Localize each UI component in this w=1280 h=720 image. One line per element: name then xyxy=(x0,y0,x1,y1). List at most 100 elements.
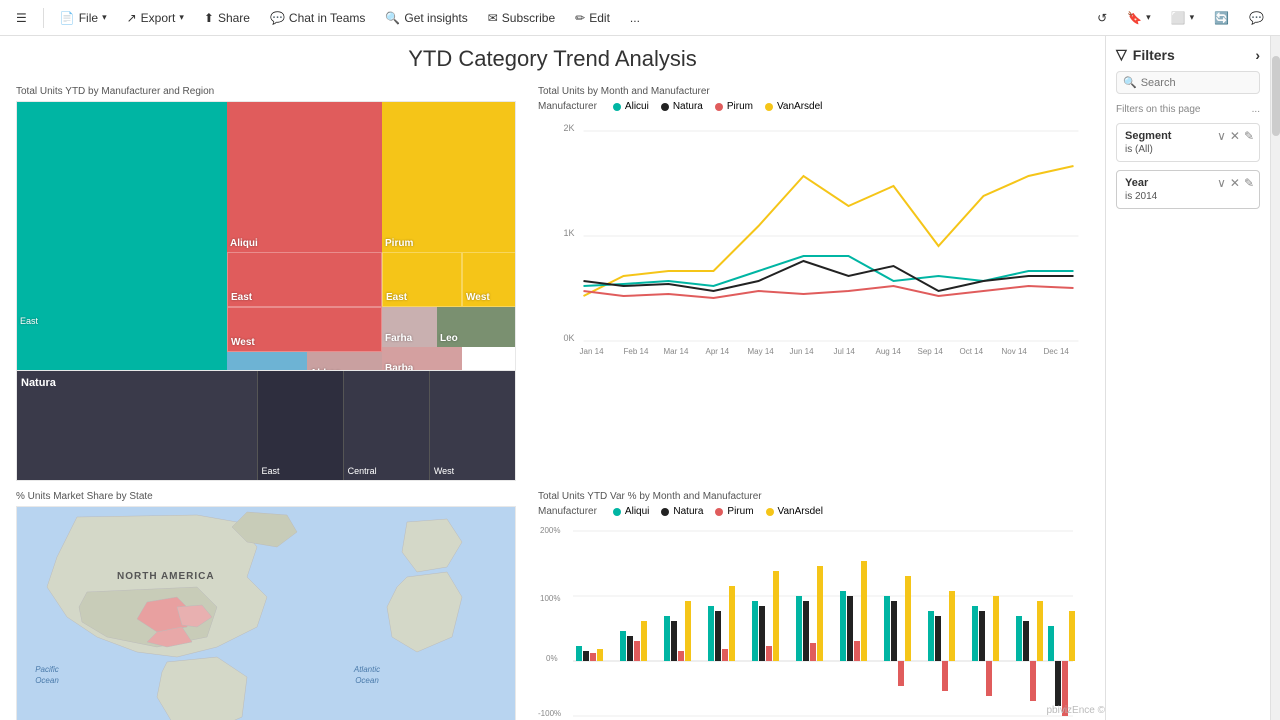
treemap-cell-leo[interactable]: Leo xyxy=(437,307,516,347)
treemap-cell-aliqui-west[interactable]: West xyxy=(227,307,382,352)
bookmark-button[interactable]: 🔖▾ xyxy=(1119,7,1158,29)
bar-nov-pirum[interactable] xyxy=(1030,661,1036,701)
scrollbar-thumb[interactable] xyxy=(1272,56,1280,136)
natura-west-block[interactable]: West xyxy=(429,371,515,480)
bar-apr-aliqui[interactable] xyxy=(708,606,714,661)
bar-jan-pirum[interactable] xyxy=(590,653,596,661)
bar-jul-aliqui[interactable] xyxy=(840,591,846,661)
bar-jan-natura[interactable] xyxy=(583,651,589,661)
bar-dec-aliqui[interactable] xyxy=(1048,626,1054,661)
bar-aug-natura[interactable] xyxy=(891,601,897,661)
bar-nov-vanarsdel[interactable] xyxy=(1037,601,1043,661)
scrollbar[interactable] xyxy=(1270,36,1280,720)
bar-oct-vanarsdel[interactable] xyxy=(993,596,999,661)
export-menu-button[interactable]: ↗ Export ▾ xyxy=(119,7,192,29)
bar-dec-vanarsdel[interactable] xyxy=(1069,611,1075,661)
bar-manufacturer-label: Manufacturer xyxy=(538,506,597,517)
bar-sep-pirum[interactable] xyxy=(942,661,948,691)
year-filter-card[interactable]: Year is 2014 ∨ ✕ ✎ xyxy=(1116,170,1260,209)
bookmark-icon: 🔖 xyxy=(1127,11,1142,25)
bar-may-pirum[interactable] xyxy=(766,646,772,661)
year-clear-icon[interactable]: ✕ xyxy=(1230,176,1240,190)
bar-jun-pirum[interactable] xyxy=(810,643,816,661)
year-edit-icon[interactable]: ✎ xyxy=(1244,176,1254,190)
treemap-cell-aliqui-east[interactable]: East xyxy=(227,252,382,307)
edit-button[interactable]: ✏ Edit xyxy=(567,7,618,29)
bar-oct-pirum[interactable] xyxy=(986,661,992,696)
filters-search-box[interactable]: 🔍 xyxy=(1116,71,1260,94)
bar-nov-natura[interactable] xyxy=(1023,621,1029,661)
natura-central-block[interactable]: Central xyxy=(343,371,429,480)
segment-clear-icon[interactable]: ✕ xyxy=(1230,129,1240,143)
segment-edit-icon[interactable]: ✎ xyxy=(1244,129,1254,143)
filters-search-input[interactable] xyxy=(1141,77,1253,89)
window-button[interactable]: ⬜▾ xyxy=(1163,7,1202,29)
bar-dec-natura[interactable] xyxy=(1055,661,1061,706)
bar-nov-aliqui[interactable] xyxy=(1016,616,1022,661)
year-chevron-icon[interactable]: ∨ xyxy=(1217,176,1226,190)
map-chart[interactable]: NORTH AMERICA Pacific Ocean Atlantic Oce… xyxy=(16,506,516,720)
bar-mar-vanarsdel[interactable] xyxy=(685,601,691,661)
bar-jan-aliqui[interactable] xyxy=(576,646,582,661)
bar-aug-aliqui[interactable] xyxy=(884,596,890,661)
bar-jun-vanarsdel[interactable] xyxy=(817,566,823,661)
bar-mar-pirum[interactable] xyxy=(678,651,684,661)
more-options-button[interactable]: ... xyxy=(622,7,648,29)
treemap-cell-pirum-west[interactable]: West xyxy=(462,252,516,307)
chat-in-teams-button[interactable]: 💬 Chat in Teams xyxy=(262,7,373,29)
pirum-west-label: West xyxy=(466,292,513,303)
treemap-chart[interactable]: VanArsdel East Central West Aliqui Pirum xyxy=(16,101,516,371)
bar-jul-pirum[interactable] xyxy=(854,641,860,661)
treemap-cell-quibus[interactable]: Quibus East xyxy=(227,352,307,371)
refresh-button[interactable]: ↺ xyxy=(1089,7,1115,29)
treemap-cell-pirum-east[interactable]: East xyxy=(382,252,462,307)
treemap-cell-barba[interactable]: Barba xyxy=(382,347,462,371)
filters-more-icon[interactable]: ... xyxy=(1252,104,1260,115)
bar-jul-vanarsdel[interactable] xyxy=(861,561,867,661)
bar-feb-pirum[interactable] xyxy=(634,641,640,661)
segment-chevron-icon[interactable]: ∨ xyxy=(1217,129,1226,143)
filters-collapse-icon[interactable]: › xyxy=(1255,47,1260,63)
comment-button[interactable]: 💬 xyxy=(1241,7,1272,29)
bar-jul-natura[interactable] xyxy=(847,596,853,661)
bar-feb-vanarsdel[interactable] xyxy=(641,621,647,661)
bar-feb-aliqui[interactable] xyxy=(620,631,626,661)
bar-jun-natura[interactable] xyxy=(803,601,809,661)
reload-button[interactable]: 🔄 xyxy=(1206,7,1237,29)
bar-mar-aliqui[interactable] xyxy=(664,616,670,661)
share-button[interactable]: ⬆ Share xyxy=(196,7,258,29)
segment-filter-card[interactable]: Segment is (All) ∨ ✕ ✎ xyxy=(1116,123,1260,162)
bar-sep-aliqui[interactable] xyxy=(928,611,934,661)
bar-mar-natura[interactable] xyxy=(671,621,677,661)
bar-may-aliqui[interactable] xyxy=(752,601,758,661)
natura-east-block[interactable]: East xyxy=(257,371,343,480)
treemap-cell-abbas[interactable]: Abbas xyxy=(307,352,382,371)
get-insights-button[interactable]: 🔍 Get insights xyxy=(377,7,475,29)
treemap-cell-vanarsdel[interactable]: VanArsdel East Central West xyxy=(17,102,227,371)
bar-oct-aliqui[interactable] xyxy=(972,606,978,661)
bar-sep-vanarsdel[interactable] xyxy=(949,591,955,661)
treemap-cell-farha[interactable]: Farha xyxy=(382,307,437,347)
file-menu-button[interactable]: 📄 File ▾ xyxy=(52,7,115,29)
treemap-cell-pirum[interactable]: Pirum xyxy=(382,102,516,252)
bar-aug-pirum[interactable] xyxy=(898,661,904,686)
bar-y-200: 200% xyxy=(540,526,560,535)
bar-feb-natura[interactable] xyxy=(627,636,633,661)
bar-aug-vanarsdel[interactable] xyxy=(905,576,911,661)
bar-may-vanarsdel[interactable] xyxy=(773,571,779,661)
year-filter-value: is 2014 xyxy=(1125,191,1251,202)
pacific-ocean-label2: Ocean xyxy=(35,676,59,685)
natura-block[interactable]: Natura xyxy=(17,371,257,480)
bar-jan-vanarsdel[interactable] xyxy=(597,649,603,661)
bar-apr-natura[interactable] xyxy=(715,611,721,661)
bar-oct-natura[interactable] xyxy=(979,611,985,661)
treemap-cell-aliqui[interactable]: Aliqui xyxy=(227,102,382,252)
subscribe-button[interactable]: ✉ Subscribe xyxy=(480,7,563,29)
bar-may-natura[interactable] xyxy=(759,606,765,661)
leo-label: Leo xyxy=(440,333,514,344)
hamburger-menu[interactable]: ☰ xyxy=(8,7,35,29)
bar-apr-vanarsdel[interactable] xyxy=(729,586,735,661)
bar-apr-pirum[interactable] xyxy=(722,649,728,661)
bar-jun-aliqui[interactable] xyxy=(796,596,802,661)
bar-sep-natura[interactable] xyxy=(935,616,941,661)
